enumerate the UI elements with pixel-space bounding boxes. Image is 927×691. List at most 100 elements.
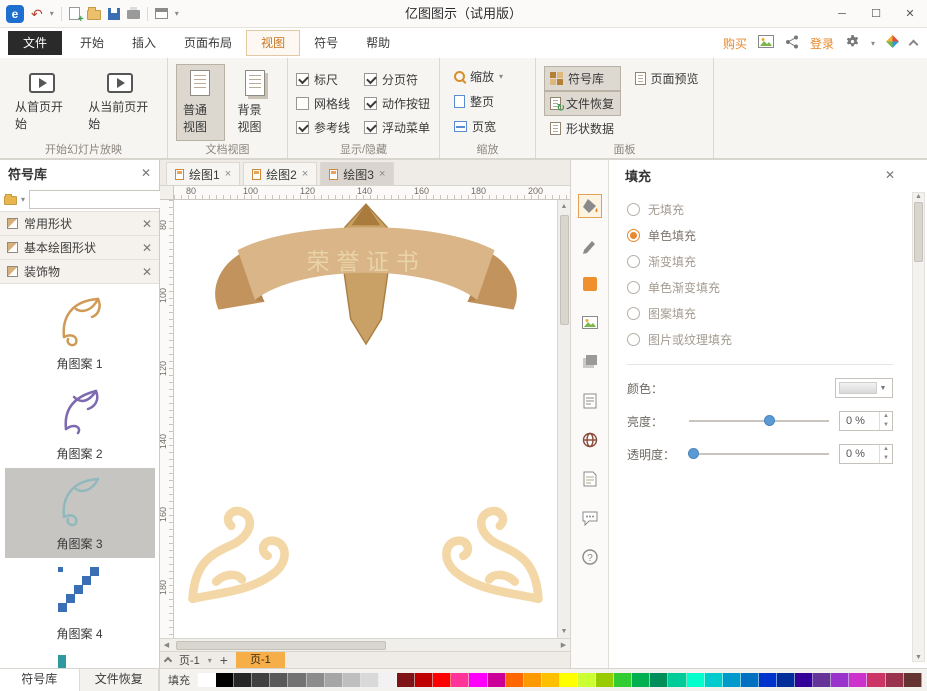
comment-button[interactable] <box>578 506 602 530</box>
doc-tab-drawing3[interactable]: 绘图3 × <box>320 162 394 185</box>
palette-swatch[interactable] <box>325 673 343 687</box>
checkbox-icon[interactable] <box>364 73 377 86</box>
page-tab-active[interactable]: 页-1 <box>236 652 285 669</box>
palette-swatch[interactable] <box>361 673 379 687</box>
scrollbar-thumb[interactable] <box>914 202 923 262</box>
palette-swatch[interactable] <box>307 673 325 687</box>
palette-swatch[interactable] <box>252 673 270 687</box>
section-common-shapes[interactable]: 常用形状 ✕ <box>0 211 159 236</box>
transparency-spinner[interactable]: 0 % ▲▼ <box>839 444 893 464</box>
radio-solid-gradient-fill[interactable]: 单色渐变填充 <box>627 274 893 300</box>
fill-tool-button[interactable] <box>578 194 602 218</box>
radio-solid-fill[interactable]: 单色填充 <box>627 222 893 248</box>
palette-swatch[interactable] <box>198 673 216 687</box>
palette-swatch[interactable] <box>723 673 741 687</box>
window-layout-dropdown-icon[interactable]: ▾ <box>175 9 179 18</box>
certificate-banner-shape[interactable]: 荣誉证书 <box>184 202 548 352</box>
scroll-up-icon[interactable]: ▲ <box>915 193 922 200</box>
scrollbar-thumb[interactable] <box>560 215 569 325</box>
palette-swatch[interactable] <box>759 673 777 687</box>
edraw-logo-icon[interactable]: e <box>6 5 24 23</box>
palette-swatch[interactable] <box>741 673 759 687</box>
symbol-corner-pattern-1[interactable]: 角图案 1 <box>5 288 155 378</box>
scroll-up-icon[interactable]: ▲ <box>558 200 571 213</box>
checkbox-gridlines[interactable]: 网格线 <box>296 91 350 115</box>
brightness-spinner[interactable]: 0 % ▲▼ <box>839 411 893 431</box>
palette-swatch[interactable] <box>216 673 234 687</box>
background-view-button[interactable]: 背景视图 <box>231 64 280 141</box>
bottom-tab-file-recovery[interactable]: 文件恢复 <box>80 669 160 691</box>
palette-swatch[interactable] <box>288 673 306 687</box>
close-tab-icon[interactable]: × <box>225 168 231 180</box>
radio-icon[interactable] <box>627 229 640 242</box>
palette-swatch[interactable] <box>234 673 252 687</box>
palette-swatch[interactable] <box>705 673 723 687</box>
doc-tab-drawing1[interactable]: 绘图1 × <box>166 162 240 185</box>
layers-button[interactable] <box>578 350 602 374</box>
page-nav-up-icon[interactable] <box>164 657 172 665</box>
radio-icon[interactable] <box>627 255 640 268</box>
spin-up-icon[interactable]: ▲ <box>880 412 892 421</box>
radio-gradient-fill[interactable]: 渐变填充 <box>627 248 893 274</box>
page-nav-label[interactable]: 页-1 <box>179 652 200 668</box>
brightness-slider[interactable] <box>689 411 829 431</box>
library-folder-icon[interactable] <box>4 196 17 205</box>
palette-swatch[interactable] <box>614 673 632 687</box>
checkbox-icon[interactable] <box>296 73 309 86</box>
checkbox-icon[interactable] <box>296 97 309 110</box>
window-layout-icon[interactable] <box>155 8 168 19</box>
share-icon[interactable] <box>785 35 799 52</box>
shape-data-button[interactable]: 形状数据 <box>544 116 621 141</box>
maximize-button[interactable]: ☐ <box>859 0 893 28</box>
checkbox-page-break[interactable]: 分页符 <box>364 67 430 91</box>
palette-swatch[interactable] <box>542 673 560 687</box>
checkbox-action-buttons[interactable]: 动作按钮 <box>364 91 430 115</box>
palette-swatch[interactable] <box>415 673 433 687</box>
radio-icon[interactable] <box>627 281 640 294</box>
section-basic-drawing-shapes[interactable]: 基本绘图形状 ✕ <box>0 235 159 260</box>
palette-swatch[interactable] <box>886 673 904 687</box>
library-dropdown-icon[interactable]: ▾ <box>21 195 25 204</box>
close-panel-icon[interactable]: ✕ <box>141 166 151 180</box>
radio-icon[interactable] <box>627 203 640 216</box>
palette-swatch[interactable] <box>451 673 469 687</box>
slider-handle[interactable] <box>688 448 699 459</box>
close-tab-icon[interactable]: × <box>379 168 385 180</box>
doc-tab-drawing2[interactable]: 绘图2 × <box>243 162 317 185</box>
palette-swatch[interactable] <box>831 673 849 687</box>
palette-swatch[interactable] <box>433 673 451 687</box>
palette-swatch[interactable] <box>632 673 650 687</box>
palette-swatch[interactable] <box>379 673 397 687</box>
scroll-left-icon[interactable]: ◀ <box>160 639 173 652</box>
gear-dropdown-icon[interactable]: ▾ <box>871 39 875 48</box>
color-swatch-button[interactable] <box>578 272 602 296</box>
horizontal-scrollbar[interactable]: ◀ ▶ <box>160 638 570 651</box>
scrollbar-thumb[interactable] <box>176 641 386 650</box>
zoom-dropdown-icon[interactable]: ▾ <box>499 72 503 81</box>
vertical-scrollbar[interactable]: ▲ ▼ <box>557 200 570 638</box>
symbol-corner-pattern-3[interactable]: 角图案 3 <box>5 468 155 558</box>
close-button[interactable]: ✕ <box>893 0 927 28</box>
palette-swatch[interactable] <box>777 673 795 687</box>
line-tool-button[interactable] <box>578 233 602 257</box>
start-from-first-page-button[interactable]: 从首页开始 <box>8 64 75 138</box>
palette-swatch[interactable] <box>270 673 288 687</box>
checkbox-ruler[interactable]: 标尺 <box>296 67 350 91</box>
transparency-slider[interactable] <box>689 444 829 464</box>
tab-help[interactable]: 帮助 <box>352 29 404 57</box>
palette-swatch[interactable] <box>668 673 686 687</box>
palette-swatch[interactable] <box>650 673 668 687</box>
section-decorations[interactable]: 装饰物 ✕ <box>0 259 159 284</box>
symbol-corner-pattern-4[interactable]: 角图案 4 <box>5 558 155 648</box>
start-from-current-page-button[interactable]: 从当前页开始 <box>81 64 159 138</box>
palette-swatch[interactable] <box>343 673 361 687</box>
undo-icon[interactable]: ↶ <box>31 6 43 22</box>
bottom-tab-symbol-library[interactable]: 符号库 <box>0 669 80 691</box>
palette-swatch[interactable] <box>904 673 922 687</box>
page-width-button[interactable]: 页宽 <box>448 114 527 139</box>
close-fill-panel-icon[interactable]: ✕ <box>885 168 895 182</box>
spin-down-icon[interactable]: ▼ <box>880 454 892 463</box>
zoom-button[interactable]: 缩放 ▾ <box>448 64 527 89</box>
page-preview-button[interactable]: 页面预览 <box>629 66 706 91</box>
theme-pinwheel-icon[interactable] <box>886 35 899 51</box>
